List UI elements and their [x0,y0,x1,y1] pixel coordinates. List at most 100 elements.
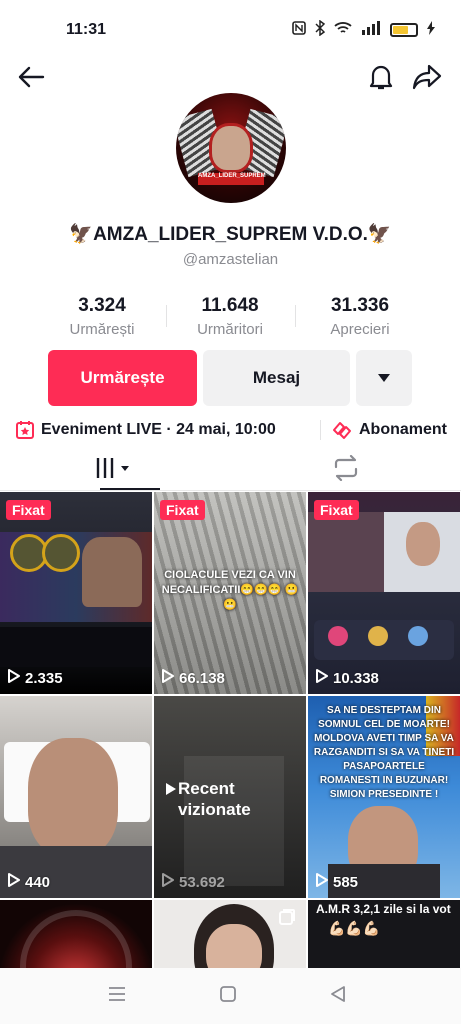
view-count: 10.338 [316,669,379,687]
system-back-button[interactable] [326,985,350,1008]
view-count-text: 10.338 [333,669,379,687]
display-name: 🦅AMZA_LIDER_SUPREM V.D.O.🦅 [69,224,392,245]
flexed-arm-emojis: 💪🏻💪🏻💪🏻 [328,920,381,936]
stat-divider [295,305,296,327]
stat-followers-value: 11.648 [201,295,259,316]
play-icon [8,669,20,687]
live-event-text: Eveniment LIVE · 24 mai, 10:00 [41,421,276,438]
stat-likes[interactable]: 31.336 Aprecieri [300,295,420,338]
video-thumbnail[interactable] [0,900,152,968]
video-thumbnail[interactable]: SA NE DESTEPTAM DIN SOMNUL CEL DE MOARTE… [308,696,460,898]
tab-divider [0,490,461,491]
thumbnail-image [20,910,132,968]
back-button[interactable] [14,62,48,96]
thumbnail-image [328,626,348,646]
thumbnail-image [42,534,80,572]
square-icon [219,985,237,1008]
stat-following-value: 3.324 [78,295,126,316]
wifi-icon [334,21,352,38]
avatar-portrait [209,123,253,173]
thumbnail-image [82,537,142,607]
charging-icon [427,21,435,38]
live-event-link[interactable]: Eveniment LIVE · 24 mai, 10:00 [15,418,276,442]
home-button[interactable] [216,985,240,1008]
suggestions-dropdown-button[interactable] [356,350,412,406]
tab-reposts[interactable] [231,450,461,490]
video-caption: A.M.R 3,2,1 zile si la vot [316,902,451,916]
view-count-text: 53.692 [179,873,225,891]
view-count-text: 2.335 [25,669,63,687]
play-icon [316,669,328,687]
view-count: 66.138 [162,669,225,687]
triangle-back-icon [330,985,346,1008]
share-arrow-icon [412,64,442,95]
thumbnail-image [406,522,440,566]
pinned-badge: Fixat [314,500,359,520]
bluetooth-icon [315,19,326,39]
nfc-icon [292,21,306,38]
avatar[interactable]: AMZA_LIDER_SUPREM [176,93,286,203]
stat-following-label: Urmărești [69,321,135,338]
view-count: 440 [8,873,50,891]
repost-icon [332,454,360,486]
battery-icon [390,22,418,37]
follow-button[interactable]: Urmărește [48,350,197,406]
status-time: 11:31 [66,21,107,38]
system-navigation-bar [0,968,461,1024]
message-button[interactable]: Mesaj [203,350,350,406]
stat-divider [166,305,167,327]
stat-likes-label: Aprecieri [330,321,390,338]
thumbnail-image [28,738,118,856]
video-thumbnail[interactable]: Fixat CIOLACULE VEZI CA VIN NECALIFICATI… [154,492,306,694]
play-icon [316,873,328,891]
info-divider [320,420,321,440]
video-caption: CIOLACULE VEZI CA VIN NECALIFICATII😁😁😁 😬… [161,569,299,611]
video-thumbnail[interactable]: A.M.R 3,2,1 zile si la vot 💪🏻💪🏻💪🏻 [308,900,460,968]
play-icon [162,669,174,687]
view-count-text: 585 [333,873,359,891]
thumbnail-image [308,512,384,592]
video-thumbnail[interactable]: 440 [0,696,152,898]
thumbnail-image [408,626,428,646]
view-count: 2.335 [8,669,63,687]
view-count: 585 [316,873,358,891]
thumbnail-image [206,924,262,968]
recently-viewed-label: Recent vizionate [178,779,251,819]
subscription-icon [331,420,353,440]
signal-icon [361,21,381,38]
video-thumbnail[interactable]: Fixat 2.335 [0,492,152,694]
share-button[interactable] [410,62,444,96]
recent-apps-button[interactable] [105,986,129,1006]
view-count: 53.692 [162,873,225,891]
video-caption: SA NE DESTEPTAM DIN SOMNUL CEL DE MOARTE… [313,705,455,800]
play-icon [162,873,174,891]
view-count-text: 66.138 [179,669,225,687]
stat-following[interactable]: 3.324 Urmărești [42,295,162,338]
pinned-badge: Fixat [160,500,205,520]
tab-videos[interactable] [0,450,230,490]
view-count-text: 440 [25,873,51,891]
video-thumbnail[interactable]: Fixat 10.338 [308,492,460,694]
avatar-banner: AMZA_LIDER_SUPREM [198,173,266,185]
video-thumbnail[interactable] [154,900,306,968]
subscription-text: Abonament [359,421,447,438]
notifications-button[interactable] [364,62,398,96]
play-triangle-icon [166,782,176,800]
thumbnail-image [184,756,284,886]
pinned-badge: Fixat [6,500,51,520]
menu-lines-icon [108,986,126,1007]
caret-down-icon [377,368,391,388]
calendar-star-icon [15,420,35,440]
play-icon [8,873,20,891]
username: @amzastelian [182,251,279,268]
videos-grid-icon [95,456,135,485]
subscription-link[interactable]: Abonament [331,418,447,442]
bell-icon [368,63,394,96]
stat-followers-label: Urmăritori [197,321,263,338]
video-thumbnail[interactable]: Recent vizionate 53.692 [154,696,306,898]
thumbnail-image [368,626,388,646]
arrow-left-icon [17,65,45,94]
status-bar: 11:31 [0,0,461,60]
stat-likes-value: 31.336 [330,295,390,316]
stat-followers[interactable]: 11.648 Urmăritori [170,295,290,338]
